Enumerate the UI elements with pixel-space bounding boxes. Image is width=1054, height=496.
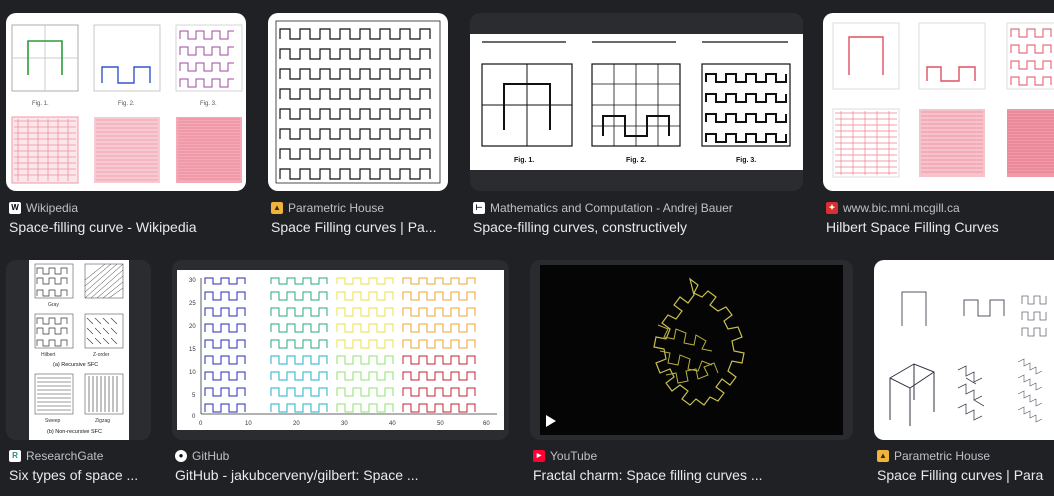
result-title[interactable]: Fractal charm: Space filling curves ... (533, 467, 853, 483)
hilbert-levels-image (832, 22, 1054, 178)
result-title[interactable]: GitHub - jakubcerveny/gilbert: Space ... (175, 467, 510, 483)
result-thumbnail[interactable]: Gray Hilbert Z-order (a) Recursive SFC S… (6, 260, 151, 440)
wikipedia-icon: W (9, 202, 21, 214)
x-tick: 10 (245, 421, 252, 427)
rg-label: (b) Non-recursive SFC (47, 429, 102, 435)
result-thumbnail[interactable]: 30 25 20 15 10 5 0 0 10 20 30 40 50 60 (172, 260, 509, 440)
github-icon: ● (175, 450, 187, 462)
result-title[interactable]: Space Filling curves | Pa... (271, 219, 455, 235)
result-source[interactable]: ▲ Parametric House (877, 449, 1054, 463)
fractal-video-image (540, 265, 843, 435)
researchgate-icon: R (9, 450, 21, 462)
rg-label: Z-order (93, 352, 110, 358)
rg-label: Gray (48, 302, 59, 308)
y-tick: 15 (189, 347, 196, 353)
rg-label: Hilbert (41, 352, 56, 358)
rg-label: Zigzag (95, 418, 110, 424)
result-title[interactable]: Hilbert Space Filling Curves (826, 219, 1054, 235)
result-card-andrej-bauer[interactable]: Fig. 1. Fig. 2. Fig. 3. ⊢ Mathematics an… (464, 0, 810, 240)
result-title[interactable]: Space Filling curves | Para (877, 467, 1054, 483)
result-title[interactable]: Space-filling curves, constructively (473, 219, 803, 235)
hilbert-curve-image (275, 20, 441, 184)
math-computation-icon: ⊢ (473, 202, 485, 214)
result-source[interactable]: R ResearchGate (9, 449, 159, 463)
play-icon[interactable] (542, 412, 560, 430)
hilbert-construction-image: Fig. 1. Fig. 2. Fig. 3. (470, 34, 803, 170)
result-source[interactable]: ⊢ Mathematics and Computation - Andrej B… (473, 201, 803, 215)
fig-label: Fig. 2. (626, 157, 646, 164)
result-card-parametric-house-2[interactable]: ▲ Parametric House Space Filling curves … (868, 248, 1054, 496)
x-tick: 40 (389, 421, 396, 427)
3d-hilbert-image (889, 291, 1047, 426)
result-thumbnail[interactable] (823, 13, 1054, 191)
x-tick: 30 (341, 421, 348, 427)
youtube-icon: ▶ (533, 450, 545, 462)
result-thumbnail[interactable]: Fig. 1. Fig. 2. Fig. 3. (470, 13, 803, 191)
rg-label: Sweep (45, 418, 61, 424)
result-source[interactable]: ● GitHub (175, 449, 510, 463)
fig-label: Fig. 2. (118, 101, 135, 107)
result-thumbnail[interactable] (530, 260, 853, 440)
result-card-parametric-house[interactable]: ▲ Parametric House Space Filling curves … (262, 0, 458, 240)
y-tick: 20 (189, 324, 196, 330)
result-thumbnail[interactable] (874, 260, 1054, 440)
parametric-house-icon: ▲ (271, 202, 283, 214)
result-source[interactable]: W Wikipedia (9, 201, 249, 215)
rg-label: (a) Recursive SFC (53, 362, 98, 368)
sfc-types-image: Gray Hilbert Z-order (a) Recursive SFC S… (29, 260, 129, 440)
fig-label: Fig. 1. (514, 157, 534, 164)
result-source[interactable]: ▲ Parametric House (271, 201, 455, 215)
fig-label: Fig. 3. (200, 101, 217, 107)
y-tick: 25 (189, 301, 196, 307)
result-thumbnail[interactable] (268, 13, 448, 191)
fig-label: Fig. 1. (32, 101, 49, 107)
result-card-github[interactable]: 30 25 20 15 10 5 0 0 10 20 30 40 50 60 ●… (166, 248, 514, 496)
hilbert-figures-image: Fig. 1. Fig. 2. Fig. 3. (11, 24, 243, 184)
result-card-youtube[interactable]: ▶ YouTube Fractal charm: Space filling c… (524, 248, 864, 496)
x-tick: 20 (293, 421, 300, 427)
x-tick: 50 (437, 421, 444, 427)
result-source[interactable]: ▶ YouTube (533, 449, 853, 463)
x-tick: 60 (483, 421, 490, 427)
result-thumbnail[interactable]: Fig. 1. Fig. 2. Fig. 3. (6, 13, 246, 191)
y-tick: 30 (189, 278, 196, 284)
result-title[interactable]: Six types of space ... (9, 467, 159, 483)
mcgill-icon: ✦ (826, 202, 838, 214)
result-source[interactable]: ✦ www.bic.mni.mcgill.ca (826, 201, 1054, 215)
fig-label: Fig. 3. (736, 157, 756, 164)
y-tick: 10 (189, 370, 196, 376)
result-card-wikipedia[interactable]: Fig. 1. Fig. 2. Fig. 3. W Wikipedia Spac… (0, 0, 253, 240)
gilbert-plot-image: 30 25 20 15 10 5 0 0 10 20 30 40 50 60 (177, 270, 504, 430)
result-card-researchgate[interactable]: Gray Hilbert Z-order (a) Recursive SFC S… (0, 248, 160, 496)
result-card-mcgill[interactable]: ✦ www.bic.mni.mcgill.ca Hilbert Space Fi… (817, 0, 1054, 240)
parametric-house-icon: ▲ (877, 450, 889, 462)
result-title[interactable]: Space-filling curve - Wikipedia (9, 219, 249, 235)
